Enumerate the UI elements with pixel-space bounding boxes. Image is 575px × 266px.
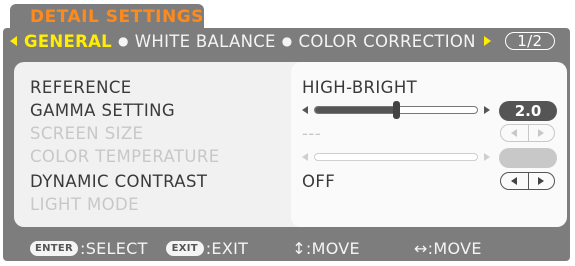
setting-label-screen-size: SCREEN SIZE bbox=[30, 124, 144, 143]
slider-knob[interactable] bbox=[393, 101, 400, 119]
setting-label-reference[interactable]: REFERENCE bbox=[30, 78, 132, 97]
slider-track bbox=[314, 153, 478, 161]
slider-left-arrow-icon bbox=[302, 153, 308, 161]
slider-left-arrow-icon[interactable] bbox=[302, 106, 308, 114]
page-indicator: 1/2 bbox=[504, 32, 555, 50]
footer-hints: ENTER :SELECT EXIT :EXIT ↕:MOVE ↔:MOVE bbox=[3, 236, 570, 260]
stepper-right-icon[interactable] bbox=[538, 177, 545, 185]
slider-right-arrow-icon bbox=[484, 153, 490, 161]
tab-right-arrow-icon[interactable] bbox=[483, 36, 491, 46]
color-temperature-value-badge bbox=[499, 148, 557, 168]
setting-label-color-temperature: COLOR TEMPERATURE bbox=[30, 147, 220, 166]
move-updown-hint: ↕:MOVE bbox=[292, 238, 360, 258]
tab-separator-icon: ● bbox=[117, 34, 129, 48]
tab-white-balance[interactable]: WHITE BALANCE bbox=[135, 32, 276, 51]
color-temperature-slider bbox=[302, 150, 492, 164]
slider-fill bbox=[315, 107, 397, 113]
setting-value-dynamic-contrast[interactable]: OFF bbox=[302, 172, 335, 191]
move-leftright-hint: ↔:MOVE bbox=[413, 238, 482, 258]
tab-general[interactable]: GENERAL bbox=[24, 32, 112, 51]
slider-right-arrow-icon[interactable] bbox=[484, 106, 490, 114]
tab-separator-icon: ● bbox=[281, 34, 293, 48]
slider-track[interactable] bbox=[314, 101, 478, 119]
gamma-slider[interactable] bbox=[302, 101, 492, 119]
screen-size-stepper bbox=[500, 124, 555, 142]
tab-left-arrow-icon[interactable] bbox=[10, 36, 17, 46]
exit-hint: :EXIT bbox=[205, 238, 249, 258]
setting-value-screen-size: --- bbox=[302, 124, 322, 143]
stepper-left-icon[interactable] bbox=[511, 177, 518, 185]
enter-hint: :SELECT bbox=[80, 238, 148, 258]
setting-label-gamma[interactable]: GAMMA SETTING bbox=[30, 101, 175, 120]
tab-bar: GENERAL ● WHITE BALANCE ● COLOR CORRECTI… bbox=[3, 28, 570, 54]
exit-key-icon: EXIT bbox=[165, 240, 204, 256]
setting-label-dynamic-contrast[interactable]: DYNAMIC CONTRAST bbox=[30, 172, 207, 191]
gamma-value-badge: 2.0 bbox=[499, 101, 557, 121]
stepper-right-icon bbox=[538, 129, 545, 137]
enter-key-icon: ENTER bbox=[30, 240, 78, 256]
setting-label-light-mode: LIGHT MODE bbox=[30, 195, 139, 214]
stepper-left-icon bbox=[511, 129, 518, 137]
tab-color-correction[interactable]: COLOR CORRECTION bbox=[299, 32, 476, 51]
setting-value-reference[interactable]: HIGH-BRIGHT bbox=[302, 78, 417, 97]
dynamic-contrast-stepper[interactable] bbox=[500, 172, 555, 190]
